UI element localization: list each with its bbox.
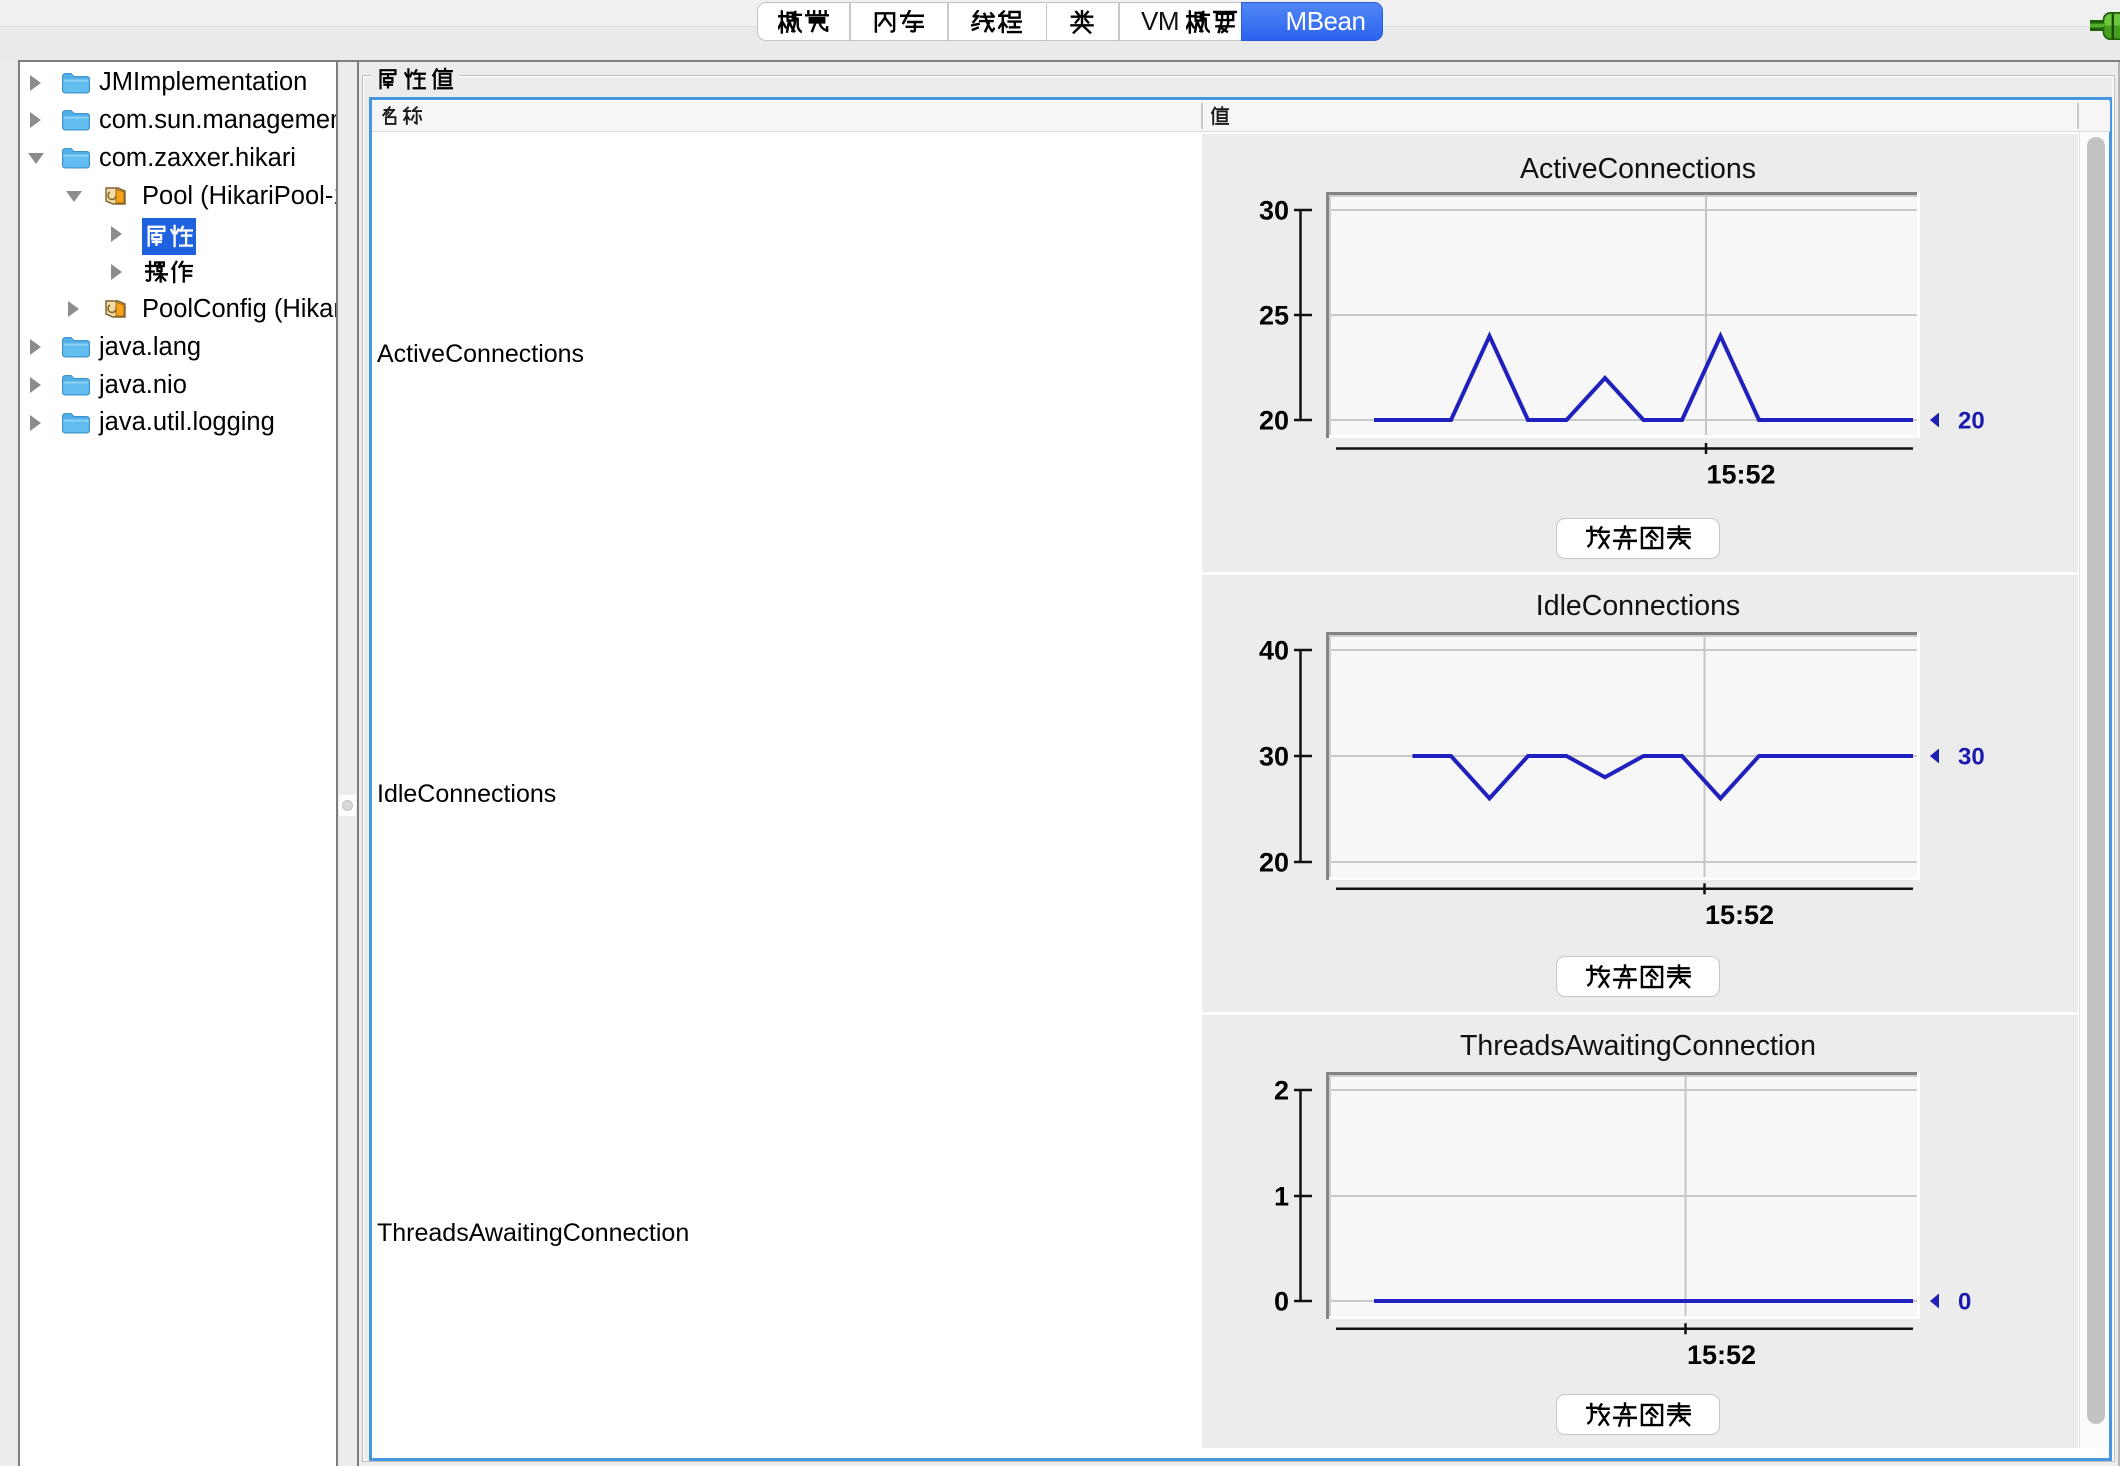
svg-text:40: 40 — [1259, 636, 1289, 666]
svg-text:15:52: 15:52 — [1687, 1340, 1756, 1370]
svg-text:15:52: 15:52 — [1705, 900, 1774, 930]
svg-text:15:52: 15:52 — [1706, 460, 1775, 490]
svg-text:30: 30 — [1958, 744, 1985, 771]
svg-text:0: 0 — [1274, 1287, 1289, 1317]
svg-text:30: 30 — [1259, 196, 1289, 226]
svg-text:0: 0 — [1958, 1289, 1971, 1316]
svg-text:1: 1 — [1274, 1182, 1289, 1212]
svg-text:2: 2 — [1274, 1076, 1289, 1106]
svg-text:25: 25 — [1259, 301, 1289, 331]
svg-text:20: 20 — [1958, 408, 1985, 435]
svg-text:ActiveConnections: ActiveConnections — [1520, 153, 1756, 185]
svg-text:IdleConnections: IdleConnections — [1536, 590, 1740, 622]
svg-text:ThreadsAwaitingConnection: ThreadsAwaitingConnection — [1460, 1030, 1816, 1062]
svg-text:20: 20 — [1259, 406, 1289, 436]
svg-text:20: 20 — [1259, 848, 1289, 878]
svg-text:30: 30 — [1259, 742, 1289, 772]
